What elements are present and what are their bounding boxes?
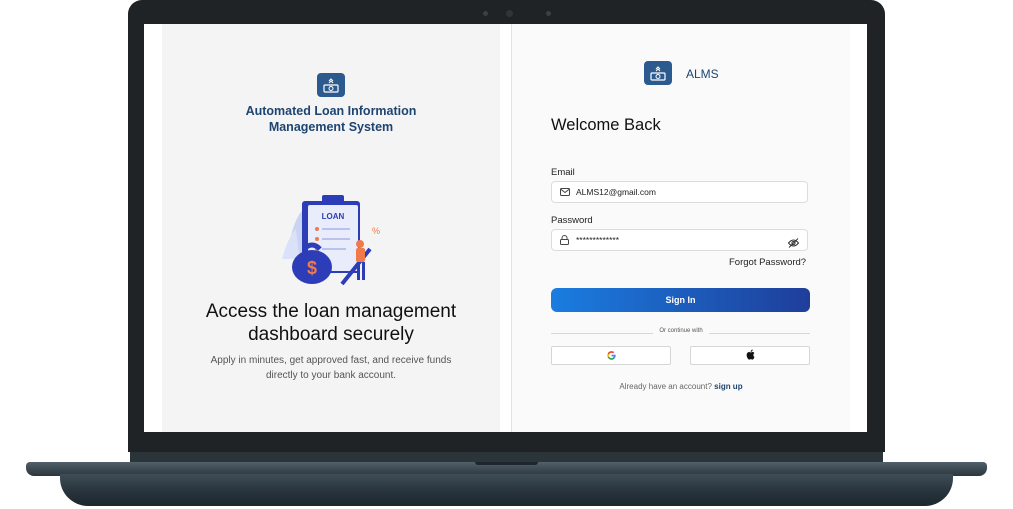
lock-icon	[560, 235, 570, 245]
left-panel: Automated Loan Information Management Sy…	[162, 24, 500, 432]
left-subtext-line1: Apply in minutes, get approved fast, and…	[210, 355, 452, 366]
loan-illustration-label: LOAN	[322, 212, 345, 221]
google-signin-button[interactable]	[551, 346, 671, 365]
forgot-password-link[interactable]: Forgot Password?	[729, 257, 806, 268]
email-value[interactable]: ALMS12@gmail.com	[576, 187, 799, 197]
or-continue-text: Or continue with	[512, 328, 850, 334]
screen: Automated Loan Information Management Sy…	[144, 24, 867, 432]
left-heading-line1: Access the loan management	[205, 301, 457, 322]
google-icon	[606, 347, 616, 365]
apple-signin-button[interactable]	[690, 346, 810, 365]
sensor-dot	[483, 11, 488, 16]
laptop-base-lip	[60, 474, 953, 506]
loan-illustration: LOAN $ %	[282, 195, 380, 286]
system-title-line1: Automated Loan Information	[245, 104, 417, 118]
left-subtext: Apply in minutes, get approved fast, and…	[192, 353, 470, 383]
bank-note-icon	[644, 61, 672, 85]
brand-name: ALMS	[686, 67, 719, 81]
laptop-notch	[475, 462, 538, 465]
password-field[interactable]: *************	[551, 229, 808, 251]
email-label: Email	[551, 167, 575, 178]
password-value[interactable]: *************	[576, 235, 788, 245]
svg-text:$: $	[307, 258, 317, 278]
webcam	[506, 10, 513, 17]
eye-off-icon[interactable]	[787, 235, 800, 248]
system-title: Automated Loan Information Management Sy…	[162, 103, 500, 135]
password-label: Password	[551, 215, 593, 226]
sign-in-button[interactable]: Sign In	[551, 288, 810, 312]
bank-note-icon	[317, 73, 345, 97]
signup-prompt: Already have an account? sign up	[512, 382, 850, 391]
email-field[interactable]: ALMS12@gmail.com	[551, 181, 808, 203]
svg-text:%: %	[372, 226, 380, 236]
sensor-dot	[546, 11, 551, 16]
welcome-heading: Welcome Back	[551, 116, 661, 134]
login-panel: ALMS Welcome Back Email ALMS12@gmail.com…	[511, 24, 850, 432]
left-subtext-line2: directly to your bank account.	[265, 370, 397, 381]
left-heading: Access the loan management dashboard sec…	[162, 300, 500, 346]
apple-icon	[746, 347, 755, 365]
sign-up-link[interactable]: sign up	[714, 382, 742, 391]
or-continue-label: Or continue with	[653, 328, 709, 334]
mail-icon	[560, 187, 570, 197]
system-title-line2: Management System	[268, 120, 394, 134]
laptop-hinge	[130, 452, 883, 462]
signup-prompt-text: Already have an account?	[619, 382, 712, 391]
left-heading-line2: dashboard securely	[248, 324, 414, 345]
